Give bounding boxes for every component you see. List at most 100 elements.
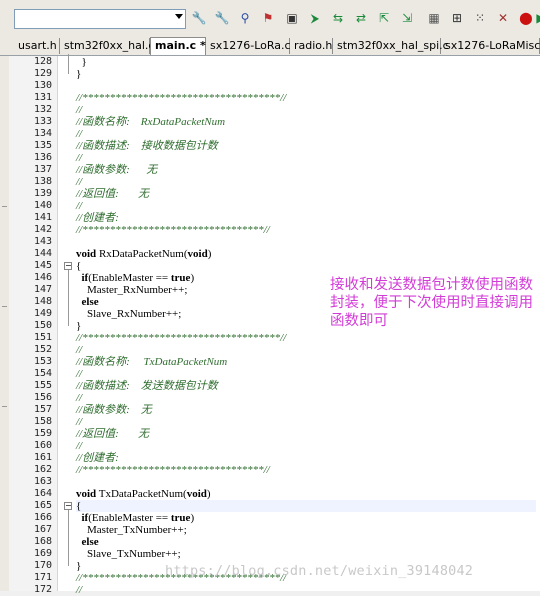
line-number: 150 [33, 320, 52, 331]
code-line[interactable]: { [76, 260, 536, 272]
code-comment-line[interactable]: //创建者: [76, 212, 536, 224]
line-number: 155 [33, 380, 52, 391]
line-number: 153 [33, 356, 52, 367]
code-comment-line[interactable]: //返回值: 无 [76, 428, 536, 440]
left-scroll-strip[interactable] [0, 56, 9, 591]
code-comment-line[interactable]: // [76, 344, 536, 356]
rebuild-icon[interactable]: ⊞ [449, 10, 465, 26]
code-comment-line[interactable]: // [76, 128, 536, 140]
code-line[interactable]: void TxDataPacketNum(void) [76, 488, 536, 500]
code-comment-line[interactable]: // [76, 416, 536, 428]
stop-icon[interactable]: ⬤ [518, 10, 534, 26]
step-in-icon[interactable]: ⇲ [399, 10, 415, 26]
line-number: 137 [33, 164, 52, 175]
code-comment-line[interactable]: //************************************// [76, 92, 536, 104]
tab-main-c[interactable]: main.c * [150, 37, 206, 55]
line-number: 147 [33, 284, 52, 295]
code-comment-line[interactable]: // [76, 584, 536, 596]
line-number: 156 [33, 392, 52, 403]
code-comment-line[interactable]: // [76, 152, 536, 164]
line-number: 144 [33, 248, 52, 259]
wrench-icon[interactable]: 🔧 [191, 10, 207, 26]
code-comment-line[interactable]: // [76, 440, 536, 452]
line-number: 163 [33, 476, 52, 487]
line-number: 166 [33, 512, 52, 523]
code-comment-line[interactable]: //函数参数: 无 [76, 404, 536, 416]
find-combo[interactable] [14, 9, 186, 29]
line-number: 143 [33, 236, 52, 247]
line-number: 168 [33, 536, 52, 547]
code-comment-line[interactable]: //*********************************// [76, 464, 536, 476]
code-comment-line[interactable]: //函数描述: 接收数据包计数 [76, 140, 536, 152]
line-number: 132 [33, 104, 52, 115]
code-comment-line[interactable]: //************************************// [76, 332, 536, 344]
code-line[interactable]: } [76, 68, 536, 80]
window-icon[interactable]: ▣ [284, 10, 300, 26]
pin-icon[interactable]: ⚲ [237, 10, 253, 26]
tab-sx1276-loramisc-c[interactable]: sx1276-LoRaMisc.c [441, 38, 540, 54]
tab-stm32f0xx-hal-spi-c[interactable]: stm32f0xx_hal_spi.c [333, 38, 449, 54]
line-number: 142 [33, 224, 52, 235]
line-number: 152 [33, 344, 52, 355]
fold-toggle-icon[interactable]: − [64, 502, 72, 510]
code-comment-line[interactable]: //返回值: 无 [76, 188, 536, 200]
code-line[interactable] [76, 236, 536, 248]
line-number: 159 [33, 428, 52, 439]
line-number: 167 [33, 524, 52, 535]
fold-guide-line [68, 54, 69, 74]
step-over-icon[interactable]: ⇄ [353, 10, 369, 26]
code-line[interactable] [76, 80, 536, 92]
code-comment-line[interactable]: // [76, 392, 536, 404]
code-line[interactable]: void RxDataPacketNum(void) [76, 248, 536, 260]
dots-icon[interactable]: ⁙ [472, 10, 488, 26]
line-number: 128 [33, 56, 52, 67]
code-comment-line[interactable]: //函数描述: 发送数据包计数 [76, 380, 536, 392]
tab-usart-h[interactable]: usart.h [14, 38, 60, 54]
flag-icon[interactable]: ⚑ [260, 10, 276, 26]
code-line[interactable]: else [76, 536, 536, 548]
step-right-icon[interactable]: ⮞ [307, 10, 323, 26]
line-number: 141 [33, 212, 52, 223]
wrench-alt-icon[interactable]: 🔧 [214, 10, 230, 26]
code-comment-line[interactable]: //函数名称: RxDataPacketNum [76, 116, 536, 128]
annotation-text: 接收和发送数据包计数使用函数封装，便于下次使用时直接调用函数即可 [330, 277, 533, 329]
fold-guide-line [68, 510, 69, 566]
line-number: 172 [33, 584, 52, 595]
code-comment-line[interactable]: //函数名称: TxDataPacketNum [76, 356, 536, 368]
tab-stm32f0xx-hal-c[interactable]: stm32f0xx_hal.c [60, 38, 154, 54]
code-comment-line[interactable]: // [76, 104, 536, 116]
line-number: 162 [33, 464, 52, 475]
code-comment-line[interactable]: // [76, 200, 536, 212]
code-comment-line[interactable]: //函数参数: 无 [76, 164, 536, 176]
toolbar: 🔧 🔧 ⚲ ⚑ ▣ ⮞ ⇆ ⇄ ⇱ ⇲ ▦ ⊞ ⁙ ✕ ⬤▶ [0, 0, 540, 37]
line-number: 149 [33, 308, 52, 319]
cross-icon[interactable]: ✕ [495, 10, 511, 26]
code-line[interactable] [76, 476, 536, 488]
tab-radio-h[interactable]: radio.h [290, 38, 333, 54]
file-tab-bar: usart.h stm32f0xx_hal.c main.c * sx1276-LoR… [0, 36, 540, 56]
line-number: 164 [33, 488, 52, 499]
tab-sx1276-lora-c[interactable]: sx1276-LoRa.c [206, 38, 291, 54]
code-line[interactable]: { [76, 500, 536, 512]
code-comment-line[interactable]: //*********************************// [76, 224, 536, 236]
chevron-down-icon[interactable] [175, 14, 183, 19]
line-number: 136 [33, 152, 52, 163]
line-number: 135 [33, 140, 52, 151]
code-line[interactable]: if(EnableMaster == true) [76, 512, 536, 524]
find-combo-value [15, 15, 18, 28]
line-number: 170 [33, 560, 52, 571]
code-comment-line[interactable]: // [76, 176, 536, 188]
run-icon[interactable]: ▶ [533, 10, 540, 26]
line-number: 145 [33, 260, 52, 271]
code-comment-line[interactable]: //创建者: [76, 452, 536, 464]
step-out-icon[interactable]: ⇱ [376, 10, 392, 26]
line-number: 131 [33, 92, 52, 103]
fold-toggle-icon[interactable]: − [64, 262, 72, 270]
grid-icon[interactable]: ▦ [426, 10, 442, 26]
code-line[interactable]: Slave_TxNumber++; [76, 548, 536, 560]
line-number: 140 [33, 200, 52, 211]
code-line[interactable]: Master_TxNumber++; [76, 524, 536, 536]
step-swap-icon[interactable]: ⇆ [330, 10, 346, 26]
code-line[interactable]: } [76, 56, 536, 68]
code-comment-line[interactable]: // [76, 368, 536, 380]
